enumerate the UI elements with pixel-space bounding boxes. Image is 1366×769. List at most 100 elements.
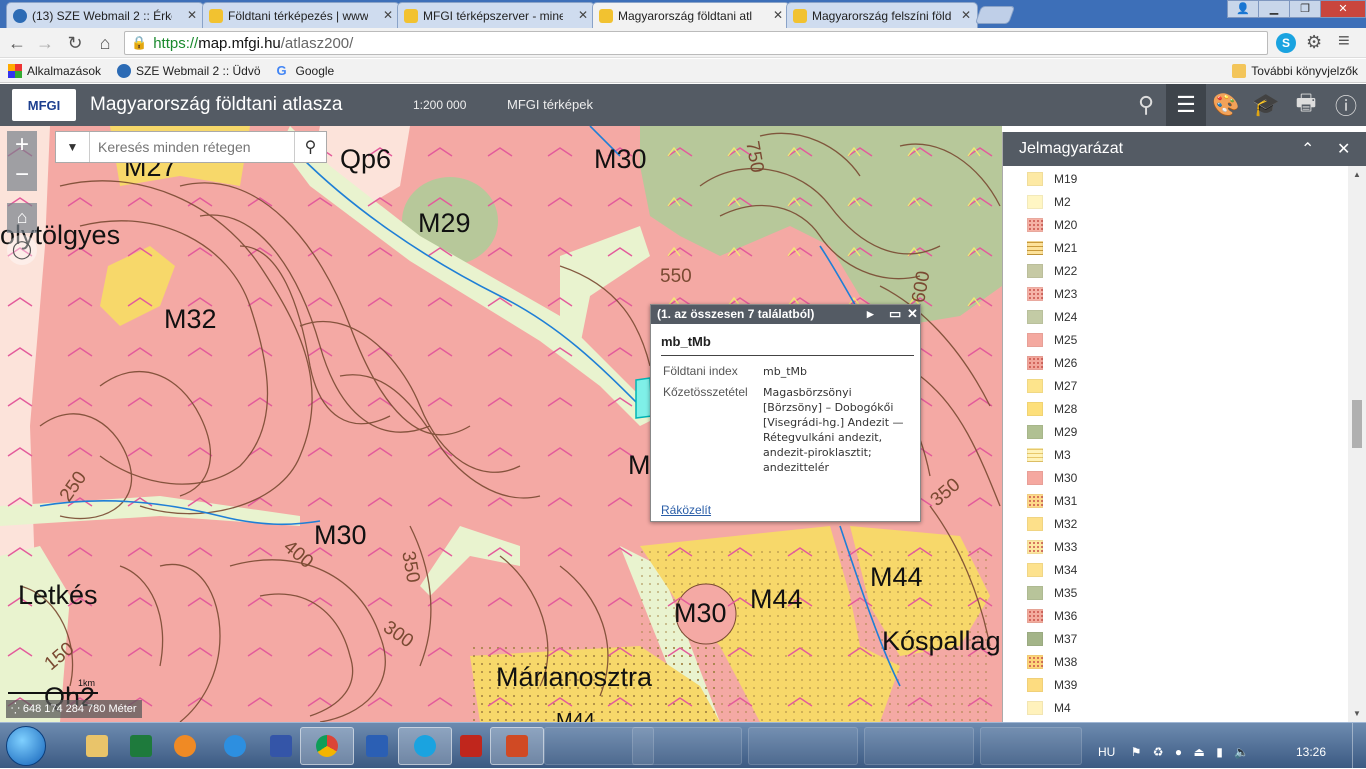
powerpoint-taskbar-icon[interactable] <box>490 727 544 765</box>
scroll-up-icon[interactable]: ▲ <box>1353 170 1361 179</box>
legend-swatch <box>1027 539 1043 554</box>
popup-title: mb_tMb <box>661 334 914 356</box>
close-tab-icon[interactable]: ✕ <box>383 8 393 22</box>
address-bar[interactable]: 🔒 https://map.mfgi.hu/atlasz200/ <box>124 31 1268 55</box>
chrome-taskbar-icon[interactable] <box>300 727 354 765</box>
start-button[interactable] <box>6 726 46 766</box>
maximize-popup-icon[interactable]: ▭ <box>889 306 901 322</box>
window-controls: 👤 ▁ ❐ ✕ <box>1227 0 1366 18</box>
home-icon[interactable]: ⌂ <box>94 32 116 54</box>
forward-arrow-icon[interactable]: → <box>34 32 56 54</box>
legend-item: M34 <box>1027 558 1077 581</box>
legend-scrollbar[interactable]: ▲ ▼ <box>1348 166 1366 722</box>
bookmark-google[interactable]: G Google <box>277 63 335 78</box>
browser-tab-terkepszerver[interactable]: MFGI térképszerver - mine ✕ <box>397 2 595 28</box>
close-tab-icon[interactable]: ✕ <box>961 8 971 22</box>
legend-swatch <box>1027 447 1043 462</box>
close-tab-icon[interactable]: ✕ <box>187 8 197 22</box>
locate-icon[interactable]: ◯ <box>7 235 37 265</box>
print-icon[interactable]: 🖶 <box>1286 84 1326 126</box>
legend-item: M23 <box>1027 282 1077 305</box>
legend-item: M4 <box>1027 696 1071 719</box>
legend-list: M19 M2 M20 M21 M22 M23 M24 M25 M26 M27 M28 M29 M3 M30… <box>1003 166 1348 722</box>
skype-extension-icon[interactable]: S <box>1276 33 1296 53</box>
network-icon[interactable]: ⚲ <box>1126 84 1166 126</box>
minimize-button[interactable]: ▁ <box>1258 0 1290 18</box>
new-tab-button[interactable] <box>974 6 1016 24</box>
show-desktop-button[interactable] <box>1352 723 1366 769</box>
recycle-icon[interactable]: ♻ <box>1153 745 1164 759</box>
mfgi-logo[interactable]: MFGI <box>12 89 76 121</box>
coordinate-readout: ⁛ 648 174 284 780 Méter <box>6 700 142 718</box>
bookmark-apps[interactable]: Alkalmazások <box>8 63 101 78</box>
contour-label: 550 <box>660 266 692 287</box>
home-extent-icon[interactable]: ⌂ <box>7 203 37 233</box>
reload-icon[interactable]: ↻ <box>64 32 86 54</box>
legend-label: M26 <box>1054 355 1078 370</box>
other-bookmarks[interactable]: További könyvjelzők <box>1232 63 1358 78</box>
extension-icon[interactable]: ⚙ <box>1306 32 1322 53</box>
legend-swatch <box>1027 240 1043 255</box>
language-indicator[interactable]: HU <box>1098 745 1115 759</box>
taskbar-clock[interactable]: 13:26 <box>1296 745 1326 759</box>
legend-header: Jelmagyarázat ⌃ ✕ <box>1003 132 1366 166</box>
browser-tab-webmail[interactable]: (13) SZE Webmail 2 :: Érke ✕ <box>6 2 204 28</box>
legend-item: M24 <box>1027 305 1077 328</box>
windows-taskbar: HU ⚑ ♻ ● ⏏ ▮ 🔈 13:26 <box>0 722 1366 769</box>
taskbar-window[interactable] <box>632 727 742 765</box>
search-layer-dropdown[interactable]: ▼ <box>56 132 90 162</box>
avast-icon[interactable]: ● <box>1175 745 1182 759</box>
volume-icon[interactable]: 🔈 <box>1234 745 1249 759</box>
usb-icon[interactable]: ⏏ <box>1194 745 1205 759</box>
maximize-button[interactable]: ❐ <box>1289 0 1321 18</box>
search-input[interactable] <box>90 132 294 162</box>
browser-tab-felszini[interactable]: Magyarország felszíni föld ✕ <box>786 2 978 28</box>
zoom-out-button[interactable]: − <box>7 161 37 191</box>
taskbar-window[interactable] <box>748 727 858 765</box>
close-legend-icon[interactable]: ✕ <box>1337 139 1350 159</box>
browser-tab-strip: (13) SZE Webmail 2 :: Érke ✕ Földtani té… <box>0 0 1366 28</box>
map-label: Letkés <box>18 580 98 610</box>
taskbar-window[interactable] <box>864 727 974 765</box>
info-icon[interactable]: ⓘ <box>1326 84 1366 126</box>
lock-icon: 🔒 <box>131 35 148 50</box>
taskbar-window[interactable] <box>980 727 1082 765</box>
close-window-button[interactable]: ✕ <box>1320 0 1366 18</box>
education-icon[interactable]: 🎓 <box>1246 84 1286 126</box>
close-popup-icon[interactable]: ✕ <box>907 306 918 322</box>
legend-label: M38 <box>1054 654 1078 669</box>
media-player-taskbar-icon[interactable] <box>158 727 212 765</box>
legend-label: M28 <box>1054 401 1078 416</box>
browser-tab-atlas[interactable]: Magyarország földtani atl ✕ <box>592 2 790 28</box>
word-taskbar-icon[interactable] <box>350 727 404 765</box>
mfgi-maps-link[interactable]: MFGI térképek <box>507 97 593 112</box>
scrollbar-thumb[interactable] <box>1352 400 1362 448</box>
user-icon[interactable]: 👤 <box>1227 0 1259 18</box>
legend-item: M33 <box>1027 535 1077 558</box>
legend-list-icon[interactable]: ☰ <box>1166 84 1206 126</box>
close-tab-icon[interactable]: ✕ <box>578 8 588 22</box>
map-label: M44 <box>556 710 595 722</box>
flag-icon[interactable]: ⚑ <box>1131 745 1142 759</box>
zoom-in-button[interactable]: + <box>7 131 37 161</box>
scroll-down-icon[interactable]: ▼ <box>1353 709 1361 718</box>
back-arrow-icon[interactable]: ← <box>6 32 28 54</box>
legend-swatch <box>1027 493 1043 508</box>
identify-popup: (1. az összesen 7 találatból) ▸ ▭ ✕ mb_t… <box>650 304 921 522</box>
search-icon[interactable]: ⚲ <box>294 132 326 162</box>
legend-swatch <box>1027 309 1043 324</box>
network-tray-icon[interactable]: ▮ <box>1216 745 1223 759</box>
next-result-icon[interactable]: ▸ <box>867 306 874 322</box>
legend-item: M37 <box>1027 627 1077 650</box>
map-label: Márianosztra <box>496 662 653 692</box>
menu-icon[interactable]: ≡ <box>1338 30 1350 53</box>
palette-icon[interactable]: 🎨 <box>1206 84 1246 126</box>
close-tab-icon[interactable]: ✕ <box>773 8 783 22</box>
browser-tab-foldtani[interactable]: Földtani térképezés | www ✕ <box>202 2 400 28</box>
collapse-icon[interactable]: ⌃ <box>1301 139 1314 159</box>
zoom-to-link[interactable]: Ráközelít <box>661 503 711 517</box>
bookmark-webmail[interactable]: SZE Webmail 2 :: Üdvö <box>117 63 261 78</box>
bookmarks-bar: Alkalmazások SZE Webmail 2 :: Üdvö G Goo… <box>0 59 1366 83</box>
legend-label: M39 <box>1054 677 1078 692</box>
legend-item: M38 <box>1027 650 1077 673</box>
